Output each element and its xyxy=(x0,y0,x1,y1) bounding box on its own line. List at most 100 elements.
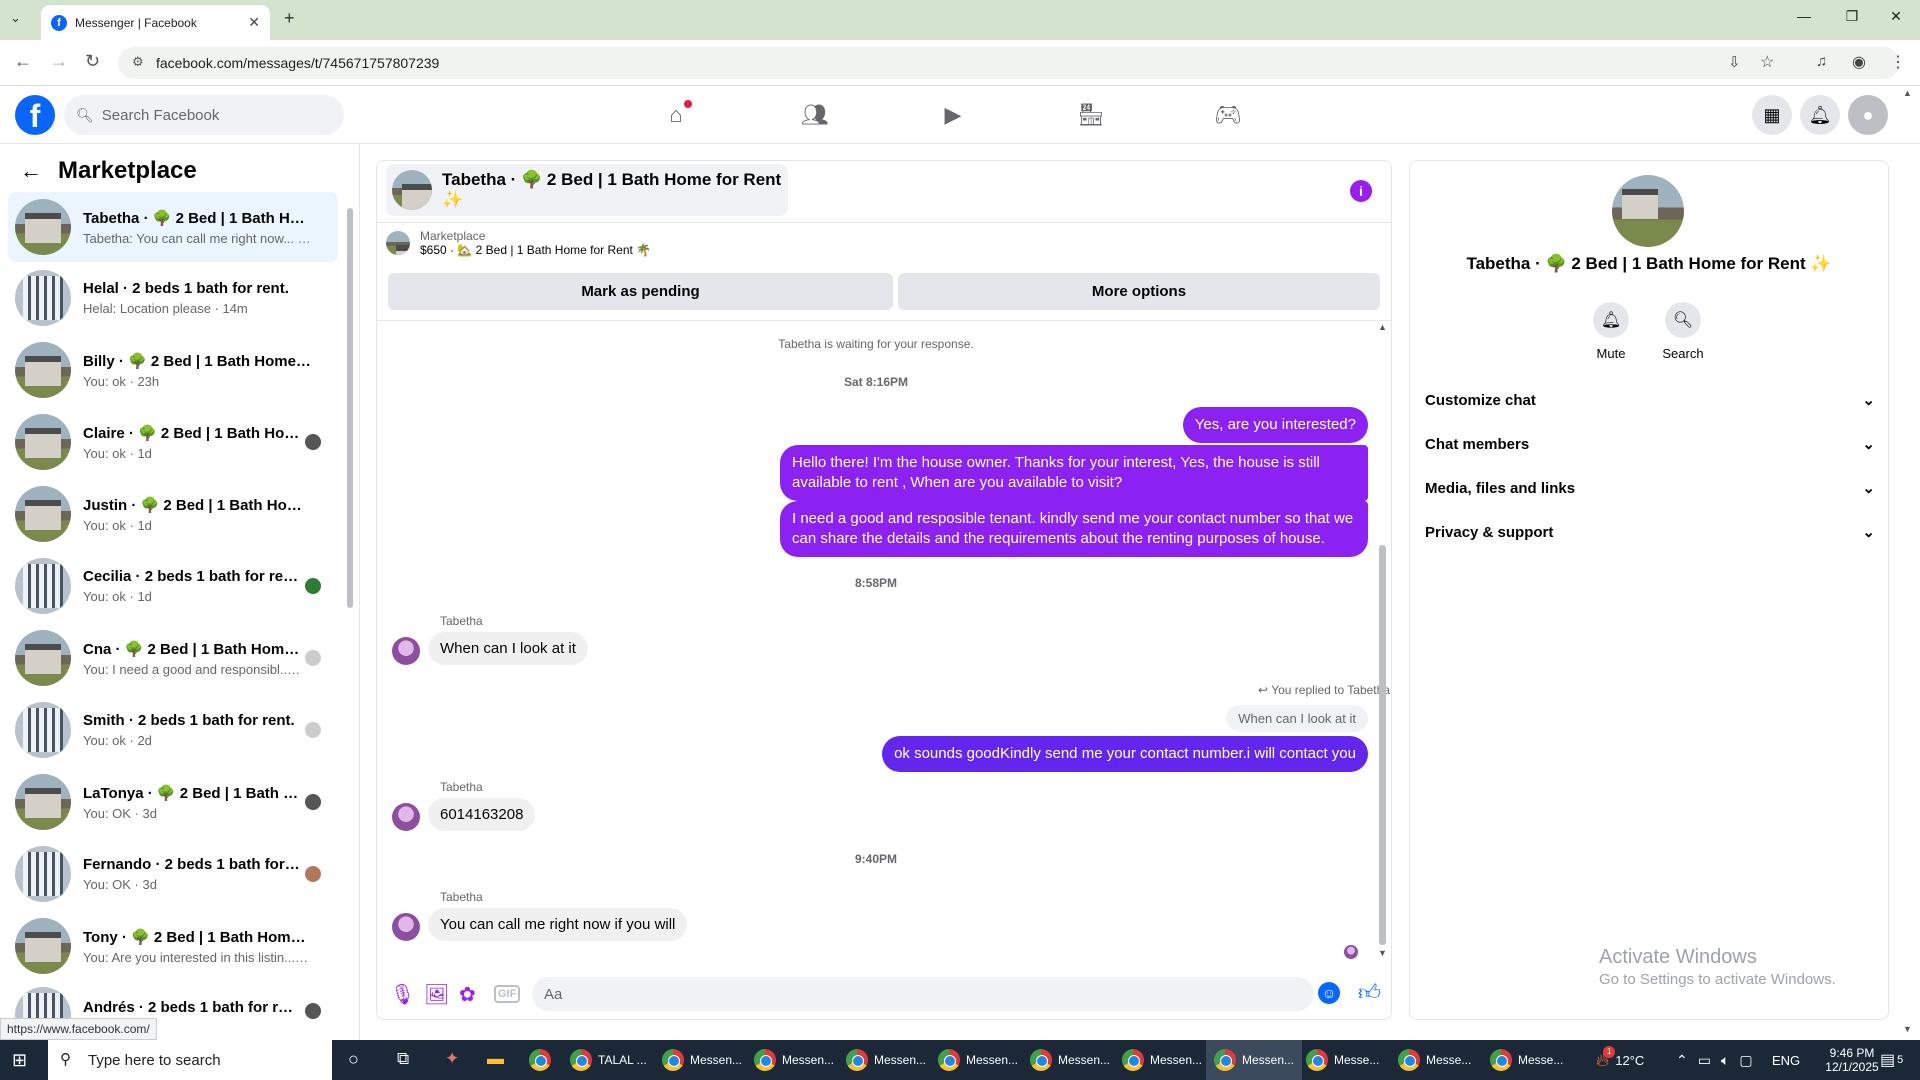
facebook-logo[interactable]: f xyxy=(15,95,55,135)
photo-icon[interactable]: 🖼︎ xyxy=(424,982,449,1007)
like-thumb-icon[interactable]: 👍︎ xyxy=(1358,979,1381,1006)
outgoing-message[interactable]: I need a good and resposible tenant. kin… xyxy=(780,501,1368,557)
site-info-icon[interactable]: ⚙ xyxy=(132,54,144,70)
taskbar-app[interactable]: Messen... xyxy=(746,1040,842,1080)
video-nav-icon[interactable]: ▶ xyxy=(933,100,973,130)
outgoing-message[interactable]: Yes, are you interested? xyxy=(1182,407,1368,443)
new-tab-button[interactable]: + xyxy=(284,8,295,29)
minimize-window-icon[interactable]: — xyxy=(1784,8,1824,24)
taskbar-search-box[interactable]: ⚲ Type here to search xyxy=(48,1040,332,1080)
cortana-icon[interactable]: ○ xyxy=(348,1049,359,1070)
network-icon[interactable]: ▢ xyxy=(1739,1052,1752,1069)
notifications-bell-icon[interactable]: 🔔︎ xyxy=(1800,95,1840,135)
address-bar[interactable]: ⚙ facebook.com/messages/t/74567175780723… xyxy=(118,47,1900,79)
sender-avatar[interactable] xyxy=(392,803,420,831)
conversation-item[interactable]: Cecilia · 2 beds 1 bath for rent. You: ok… xyxy=(8,551,338,621)
taskbar-app[interactable]: Messe... xyxy=(1298,1040,1387,1080)
chat-scrollbar[interactable] xyxy=(1379,545,1386,945)
tab-search-chevron-icon[interactable]: ⌄ xyxy=(10,10,21,26)
bookmark-star-icon[interactable]: ☆ xyxy=(1760,52,1774,72)
forward-icon[interactable]: → xyxy=(50,51,68,72)
media-control-icon[interactable]: ♫ xyxy=(1816,53,1827,70)
conversation-item[interactable]: Tabetha · 🌳 2 Bed | 1 Bath Home for Rent… xyxy=(8,192,338,262)
customize-chat-row[interactable]: Customize chat ⌄ xyxy=(1425,380,1875,420)
menu-grid-icon[interactable]: ▦ xyxy=(1752,95,1792,135)
taskbar-app[interactable]: Messen... xyxy=(838,1040,934,1080)
conversation-item[interactable]: Smith · 2 beds 1 bath for rent. You: ok ·… xyxy=(8,695,338,765)
meet-now-icon[interactable]: ▭ xyxy=(1698,1052,1711,1069)
friends-nav-icon[interactable]: 👥︎ xyxy=(795,100,835,130)
file-explorer-icon[interactable]: ▬ xyxy=(487,1049,504,1069)
incoming-message[interactable]: When can I look at it xyxy=(428,632,588,665)
weather-widget[interactable]: 🔥︎ 1 12°C xyxy=(1596,1040,1644,1080)
reply-quote[interactable]: When can I look at it xyxy=(1226,705,1368,732)
windows-start-icon[interactable]: ⊞ xyxy=(12,1050,27,1071)
page-scroll-up-icon[interactable]: ▲ xyxy=(1903,88,1912,98)
privacy-support-row[interactable]: Privacy & support ⌄ xyxy=(1425,512,1875,552)
listing-summary[interactable]: Marketplace $650 · 🏡 2 Bed | 1 Bath Home … xyxy=(386,229,651,257)
conversation-item[interactable]: LaTonya · 🌳 2 Bed | 1 Bath Home for Rent… xyxy=(8,767,338,837)
sender-avatar[interactable] xyxy=(392,913,420,941)
sender-avatar[interactable] xyxy=(392,637,420,665)
microphone-icon[interactable]: 🎙︎ xyxy=(390,982,415,1007)
conversation-item[interactable]: Tony · 🌳 2 Bed | 1 Bath Home for Rent ✨ Y… xyxy=(8,911,338,981)
taskbar-app[interactable]: Messen... xyxy=(654,1040,750,1080)
facebook-search-input[interactable]: 🔍︎ Search Facebook xyxy=(64,95,344,135)
profile-icon[interactable]: ◉ xyxy=(1852,52,1866,72)
back-arrow-icon[interactable]: ← xyxy=(20,158,42,184)
taskbar-app[interactable]: Messe... xyxy=(1482,1040,1571,1080)
account-avatar[interactable]: ● xyxy=(1848,95,1888,135)
more-options-button[interactable]: More options xyxy=(898,273,1380,310)
conversation-item[interactable]: Billy · 🌳 2 Bed | 1 Bath Home for Rent ✨… xyxy=(8,335,338,405)
chrome-taskbar-icon[interactable] xyxy=(523,1040,557,1080)
chat-members-row[interactable]: Chat members ⌄ xyxy=(1425,424,1875,464)
task-view-icon[interactable]: ⧉ xyxy=(397,1049,409,1069)
taskbar-app[interactable]: Messen... xyxy=(1022,1040,1118,1080)
notification-center-icon[interactable]: ▤ 5 xyxy=(1880,1040,1903,1080)
conversation-item[interactable]: Fernando · 2 beds 1 bath for rent. You: O… xyxy=(8,839,338,909)
back-icon[interactable]: ← xyxy=(14,51,32,72)
incoming-message[interactable]: You can call me right now if you will xyxy=(428,908,688,941)
search-button[interactable]: 🔍︎ Search xyxy=(1643,302,1723,361)
gaming-nav-icon[interactable]: 🎮︎ xyxy=(1208,100,1248,130)
taskbar-app[interactable]: TALAL ... xyxy=(562,1040,655,1080)
page-scroll-down-icon[interactable]: ▼ xyxy=(1903,1024,1912,1034)
outgoing-message[interactable]: Hello there! I'm the house owner. Thanks… xyxy=(780,445,1368,501)
conversation-item[interactable]: Helal · 2 beds 1 bath for rent. Helal: Lo… xyxy=(8,263,338,333)
gif-icon[interactable]: GIF xyxy=(494,985,521,1003)
media-files-links-row[interactable]: Media, files and links ⌄ xyxy=(1425,468,1875,508)
chevron-up-icon[interactable]: ⌃ xyxy=(1676,1052,1688,1069)
sidebar-scrollbar[interactable] xyxy=(347,208,353,608)
conversation-item[interactable]: Cna · 🌳 2 Bed | 1 Bath Home for Rent ✨ Yo… xyxy=(8,623,338,693)
install-app-icon[interactable]: ⇩ xyxy=(1728,53,1741,71)
conversation-item[interactable]: Claire · 🌳 2 Bed | 1 Bath Home for Rent … xyxy=(8,407,338,477)
message-input[interactable]: Aa ☺ xyxy=(532,977,1340,1011)
volume-icon[interactable]: 🔈︎ xyxy=(1721,1052,1729,1069)
app-pinned-icon[interactable]: ✦ xyxy=(445,1049,459,1069)
restore-window-icon[interactable]: ❐ xyxy=(1832,8,1872,25)
taskbar-app[interactable]: Messen... xyxy=(1206,1040,1303,1080)
home-nav-icon[interactable]: ⌂ xyxy=(656,100,696,130)
taskbar-app[interactable]: Messen... xyxy=(1114,1040,1210,1080)
close-tab-icon[interactable]: ✕ xyxy=(248,14,260,31)
info-icon[interactable]: i xyxy=(1350,180,1372,202)
language-indicator[interactable]: ENG xyxy=(1772,1040,1800,1080)
chrome-menu-icon[interactable]: ⋮ xyxy=(1890,52,1906,72)
incoming-message[interactable]: 6014163208 xyxy=(428,798,536,831)
outgoing-message[interactable]: ok sounds goodKindly send me your contac… xyxy=(882,736,1368,772)
taskbar-app[interactable]: Messe... xyxy=(1390,1040,1479,1080)
scroll-up-icon[interactable]: ▲ xyxy=(1378,322,1387,332)
mark-as-pending-button[interactable]: Mark as pending xyxy=(388,273,893,310)
browser-tab[interactable]: f Messenger | Facebook ✕ xyxy=(41,5,270,40)
chat-header[interactable]: Tabetha · 🌳 2 Bed | 1 Bath Home for Rent… xyxy=(386,164,788,216)
marketplace-nav-icon[interactable]: 🏪︎ xyxy=(1071,100,1111,130)
mute-button[interactable]: 🔔︎ Mute xyxy=(1571,302,1651,361)
emoji-icon[interactable]: ☺ xyxy=(1318,982,1340,1004)
reload-icon[interactable]: ↻ xyxy=(85,51,100,72)
taskbar-app[interactable]: Messen... xyxy=(930,1040,1026,1080)
close-window-icon[interactable]: ✕ xyxy=(1876,8,1916,25)
scroll-down-icon[interactable]: ▼ xyxy=(1378,948,1387,958)
system-tray-icons[interactable]: ⌃ ▭ 🔈︎ ▢ xyxy=(1676,1040,1753,1080)
sticker-icon[interactable]: ✿ xyxy=(459,982,476,1007)
conversation-item[interactable]: Justin · 🌳 2 Bed | 1 Bath Home for Rent … xyxy=(8,479,338,549)
